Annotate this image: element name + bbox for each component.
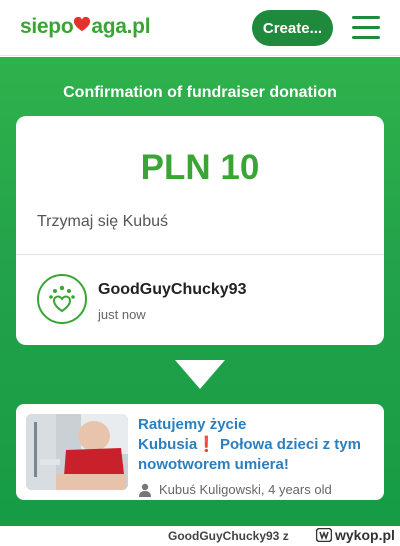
fundraiser-title-line1: Ratujemy życie — [138, 416, 247, 433]
logo-text-start: siepo — [20, 15, 74, 38]
logo-text-end: aga.pl — [91, 15, 151, 38]
donor-name: GoodGuyChucky93 — [98, 281, 247, 298]
divider — [16, 254, 384, 255]
create-button[interactable]: Create... — [252, 10, 333, 46]
beneficiary-info: Kubuś Kuligowski, 4 years old — [159, 482, 332, 497]
donation-message: Trzymaj się Kubuś — [37, 213, 168, 230]
confirmation-section: Confirmation of fundraiser donation PLN … — [0, 57, 400, 526]
siepomaga-logo[interactable]: siepo aga.pl — [20, 15, 151, 39]
hamburger-menu-icon[interactable] — [352, 15, 380, 41]
donation-amount: PLN 10 — [140, 148, 260, 187]
watermark-bar: GoodGuyChucky93 z wykop.pl — [0, 526, 400, 546]
wykop-logo-icon — [316, 528, 332, 542]
fundraiser-photo — [26, 414, 128, 490]
top-header: siepo aga.pl Create... — [0, 0, 400, 56]
heart-logo-icon — [74, 16, 91, 32]
donation-card: PLN 10 Trzymaj się Kubuś GoodGuyChucky93… — [16, 116, 384, 345]
wykop-logo-text: wykop.pl — [335, 527, 395, 543]
donation-time: just now — [98, 307, 146, 322]
donor-avatar — [37, 274, 87, 324]
fundraiser-title-rest: Kubusia❗ Połowa dzieci z tym nowotworem … — [138, 435, 374, 475]
fundraiser-card[interactable]: Ratujemy życie Kubusia❗ Połowa dzieci z … — [16, 404, 384, 500]
watermark-credit: GoodGuyChucky93 z — [168, 529, 289, 543]
fundraiser-title-link[interactable]: Ratujemy życie Kubusia❗ Połowa dzieci z … — [138, 415, 374, 475]
down-arrow-icon — [175, 360, 225, 389]
heart-hand-icon — [49, 285, 75, 313]
fundraiser-title-name: Kubusia — [138, 436, 198, 453]
fundraiser-meta: Kubuś Kuligowski, 4 years old — [138, 482, 332, 497]
wykop-logo: wykop.pl — [316, 527, 395, 543]
person-icon — [139, 483, 151, 497]
page-title: Confirmation of fundraiser donation — [63, 84, 337, 101]
exclamation-icon: ❗ — [197, 436, 216, 453]
